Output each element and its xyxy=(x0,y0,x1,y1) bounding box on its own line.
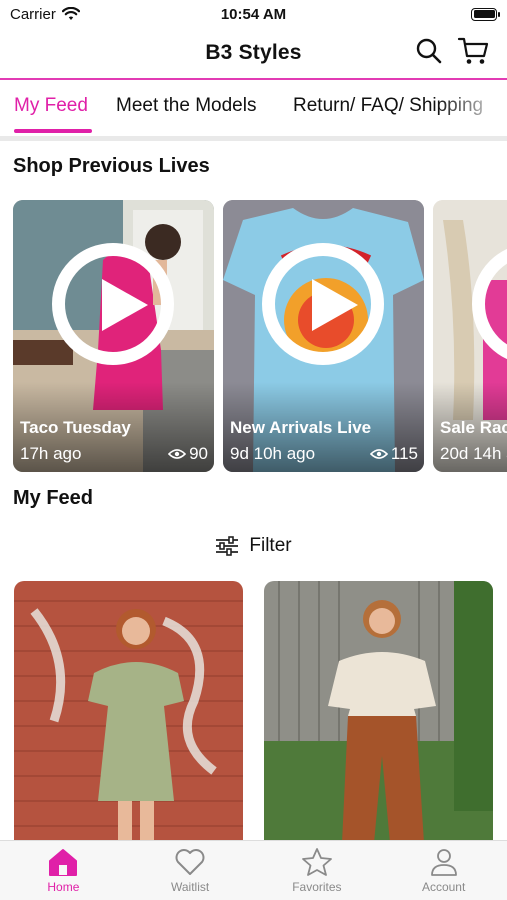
home-icon xyxy=(49,849,78,876)
filter-button[interactable]: Filter xyxy=(0,532,507,560)
nav-account[interactable]: Account xyxy=(380,841,507,900)
play-icon[interactable] xyxy=(52,243,174,365)
tabs-divider xyxy=(0,136,507,141)
cart-icon[interactable] xyxy=(457,36,489,66)
sliders-icon xyxy=(216,536,239,556)
previous-lives-heading: Shop Previous Lives xyxy=(13,155,210,177)
live-card[interactable]: New Arrivals Live 9d 10h ago 115 xyxy=(223,200,424,472)
nav-home-label: Home xyxy=(47,880,80,894)
heart-icon xyxy=(175,849,205,875)
app-title: B3 Styles xyxy=(205,41,302,64)
tab-meet-the-models[interactable]: Meet the Models xyxy=(116,95,256,117)
live-time-ago: 9d 10h ago xyxy=(230,444,316,463)
nav-favorites-label: Favorites xyxy=(292,880,342,894)
eye-icon xyxy=(168,449,187,459)
feed-item[interactable] xyxy=(264,581,493,843)
app-screen: Carrier 10:54 AM B3 Styles My Feed Meet … xyxy=(0,0,507,900)
live-title: New Arrivals Live xyxy=(230,418,372,437)
feed-image xyxy=(264,581,493,843)
live-views: 115 xyxy=(369,444,418,464)
live-card[interactable]: Taco Tuesday 17h ago 90 xyxy=(13,200,214,472)
views-count: 115 xyxy=(390,444,418,463)
status-bar: Carrier 10:54 AM xyxy=(0,0,507,28)
live-time-ago: 20d 14h ago xyxy=(440,444,507,463)
play-icon[interactable] xyxy=(262,243,384,365)
nav-waitlist[interactable]: Waitlist xyxy=(127,841,254,900)
nav-favorites[interactable]: Favorites xyxy=(254,841,381,900)
person-icon xyxy=(430,849,457,876)
tab-my-feed[interactable]: My Feed xyxy=(14,95,88,117)
wifi-icon xyxy=(61,7,80,20)
eye-icon xyxy=(369,449,388,459)
live-time-ago: 17h ago xyxy=(20,444,82,463)
live-title: Taco Tuesday xyxy=(20,418,131,437)
star-icon xyxy=(301,848,332,876)
live-views: 90 xyxy=(168,444,208,464)
header-actions xyxy=(415,36,489,66)
live-card[interactable]: Sale Rack 20d 14h ago xyxy=(433,200,507,472)
tab-indicator xyxy=(14,129,92,133)
bottom-tab-bar: Home Waitlist Favorites Account xyxy=(0,840,507,900)
my-feed-heading: My Feed xyxy=(13,487,94,509)
nav-account-label: Account xyxy=(421,880,466,894)
tab-fade-overlay xyxy=(437,80,507,130)
carrier-label: Carrier xyxy=(10,5,56,23)
feed-item[interactable] xyxy=(14,581,243,843)
tab-bar: My Feed Meet the Models Return/ FAQ/ Shi… xyxy=(0,80,507,136)
previous-lives-carousel[interactable]: Taco Tuesday 17h ago 90 New Arrivals Liv… xyxy=(0,200,507,472)
search-icon[interactable] xyxy=(415,37,443,65)
battery-icon xyxy=(471,7,500,21)
app-header: B3 Styles xyxy=(0,28,507,78)
nav-waitlist-label: Waitlist xyxy=(171,880,210,894)
nav-home[interactable]: Home xyxy=(0,841,127,900)
carrier-group: Carrier xyxy=(10,6,80,23)
live-title: Sale Rack xyxy=(440,418,507,437)
views-count: 90 xyxy=(189,444,208,463)
feed-image xyxy=(14,581,243,843)
filter-label: Filter xyxy=(249,535,292,556)
